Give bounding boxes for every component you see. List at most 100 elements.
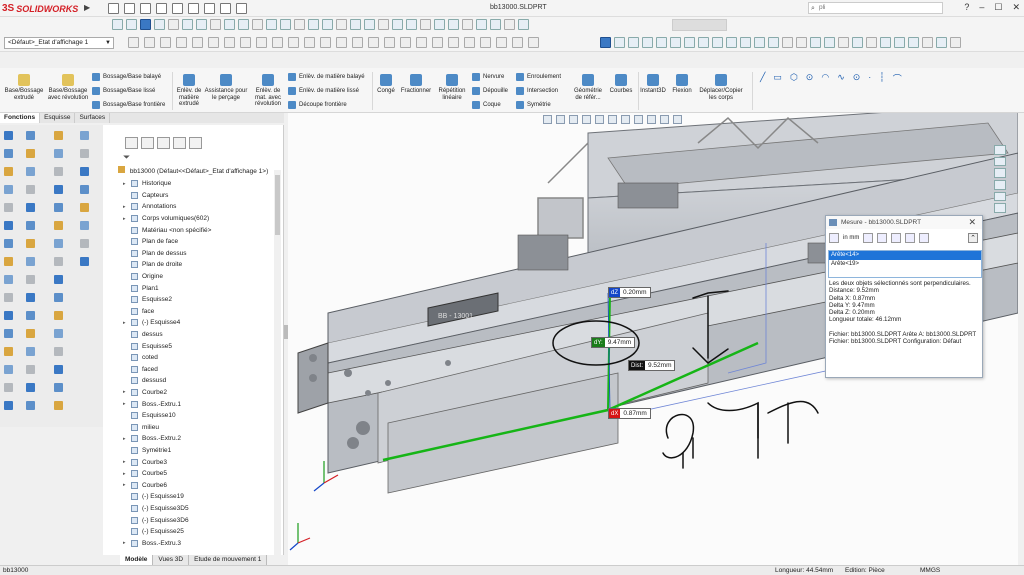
menu-expand-icon[interactable]: ▶: [84, 3, 96, 14]
centerline-tool-icon[interactable]: ┆: [879, 72, 884, 85]
tool-button-icon[interactable]: [80, 185, 89, 194]
line-icon[interactable]: [128, 37, 139, 48]
tool-button-icon[interactable]: [54, 347, 63, 356]
tool-button-icon[interactable]: [4, 401, 13, 410]
view-orientation-icon[interactable]: [608, 115, 617, 124]
zoom-fit-icon[interactable]: [140, 19, 151, 30]
tool-button-icon[interactable]: [4, 329, 13, 338]
customize-icon[interactable]: [922, 37, 933, 48]
fillet-button[interactable]: Congé: [374, 74, 398, 95]
tree-item[interactable]: coted: [123, 352, 273, 364]
rib-button[interactable]: Nervure: [472, 72, 504, 81]
maximize-icon[interactable]: ☐: [994, 2, 1002, 13]
zebra-icon[interactable]: [448, 19, 459, 30]
spline-tool-icon[interactable]: ∿: [837, 72, 845, 85]
tool-button-icon[interactable]: [80, 257, 89, 266]
zoom-to-area-icon[interactable]: [556, 115, 565, 124]
arc-tool-icon[interactable]: ◠: [821, 72, 829, 85]
mass-properties-icon[interactable]: [224, 19, 235, 30]
tool-button-icon[interactable]: [26, 347, 35, 356]
tree-item[interactable]: face: [123, 306, 273, 318]
revolved-cut-button[interactable]: Enlèv. de mat. avec révolution: [250, 74, 286, 108]
tool-button-icon[interactable]: [26, 365, 35, 374]
tab-motion-study[interactable]: Etude de mouvement 1: [189, 555, 268, 565]
open-icon[interactable]: [124, 3, 135, 14]
display-style-icon[interactable]: [621, 115, 630, 124]
tool-button-icon[interactable]: [26, 167, 35, 176]
diagnose-icon[interactable]: [252, 19, 263, 30]
tool-button-icon[interactable]: [26, 203, 35, 212]
hole-alignment-icon[interactable]: [698, 37, 709, 48]
extruded-boss-button[interactable]: Base/Bossage extrudé: [2, 74, 46, 101]
dimension-icon[interactable]: [144, 37, 155, 48]
view-orientation-icon[interactable]: [336, 19, 347, 30]
zoom-to-fit-icon[interactable]: [543, 115, 552, 124]
move-entity-icon[interactable]: [400, 37, 411, 48]
construction-icon[interactable]: [240, 37, 251, 48]
tree-item[interactable]: ▸ Courbe2: [123, 387, 273, 399]
tool-button-icon[interactable]: [80, 167, 89, 176]
tool-button-icon[interactable]: [26, 131, 35, 140]
pattern-driven-icon[interactable]: [726, 37, 737, 48]
clearance-icon[interactable]: [684, 37, 695, 48]
scale-entity-icon[interactable]: [432, 37, 443, 48]
view-settings-icon[interactable]: [392, 19, 403, 30]
new-icon[interactable]: [112, 19, 123, 30]
tree-root-item[interactable]: bb13000 (Défaut<<Défaut>_Etat d'affichag…: [118, 166, 268, 175]
tree-item[interactable]: ▸ Boss.-Extru.1: [123, 398, 273, 410]
tree-item[interactable]: ▸ Historique: [123, 178, 273, 190]
file-explorer-icon[interactable]: [994, 180, 1006, 190]
create-sensor-icon[interactable]: [919, 233, 930, 243]
show-xyz-icon[interactable]: [863, 233, 874, 243]
print-icon[interactable]: [156, 3, 167, 14]
close-icon[interactable]: ✕: [1012, 2, 1020, 13]
tool-button-icon[interactable]: [26, 221, 35, 230]
measure-title-bar[interactable]: Mesure - bb13000.SLDPRT ✕: [826, 216, 982, 229]
tree-item[interactable]: milieu: [123, 421, 273, 433]
search-input[interactable]: ⌕ pli: [808, 2, 943, 14]
configuration-manager-tab-icon[interactable]: [157, 137, 170, 149]
smart-dim-icon[interactable]: [464, 37, 475, 48]
tree-item[interactable]: dessusd: [123, 375, 273, 387]
rebuild-icon[interactable]: [204, 3, 215, 14]
snap-icon[interactable]: [192, 37, 203, 48]
tool-button-icon[interactable]: [4, 365, 13, 374]
tree-item[interactable]: ▸ Annotations: [123, 201, 273, 213]
tool-button-icon[interactable]: [54, 185, 63, 194]
instant3d-icon[interactable]: [420, 19, 431, 30]
tool-button-icon[interactable]: [80, 149, 89, 158]
expand-arrow-icon[interactable]: ▸: [123, 320, 131, 326]
tab-features[interactable]: Fonctions: [0, 113, 41, 123]
expand-arrow-icon[interactable]: ▸: [123, 540, 131, 546]
scene-icon[interactable]: [378, 19, 389, 30]
selection-edge-b[interactable]: Arête<19>: [829, 260, 981, 269]
tree-item[interactable]: Symétrie1: [123, 445, 273, 457]
expand-arrow-icon[interactable]: ▸: [123, 471, 131, 477]
select-icon[interactable]: [188, 3, 199, 14]
tree-item[interactable]: Esquisse5: [123, 340, 273, 352]
component-icon[interactable]: [614, 37, 625, 48]
lofted-boss-button[interactable]: Bossage/Base lissé: [92, 86, 155, 95]
explode-icon[interactable]: [642, 37, 653, 48]
costing-icon[interactable]: [852, 37, 863, 48]
view-palette-icon[interactable]: [994, 191, 1006, 202]
tool-button-icon[interactable]: [4, 149, 13, 158]
tool-button-icon[interactable]: [4, 185, 13, 194]
tool-button-icon[interactable]: [4, 131, 13, 140]
new-document-icon[interactable]: [108, 3, 119, 14]
tree-item[interactable]: (-) Esquisse3D6: [123, 514, 273, 526]
extruded-cut-button[interactable]: Enlèv. de matière extrudé: [174, 74, 204, 108]
split-button[interactable]: Fractionner: [398, 74, 434, 95]
expand-arrow-icon[interactable]: ▸: [123, 204, 131, 210]
tool-button-icon[interactable]: [26, 383, 35, 392]
appearances-icon[interactable]: [994, 203, 1006, 214]
pointer-icon[interactable]: [160, 37, 171, 48]
tree-item[interactable]: (-) Esquisse25: [123, 526, 273, 538]
trim-icon[interactable]: [176, 37, 187, 48]
offset-icon[interactable]: [224, 37, 235, 48]
tool-button-icon[interactable]: [54, 329, 63, 338]
polygon-icon[interactable]: [528, 37, 539, 48]
tool-button-icon[interactable]: [4, 293, 13, 302]
tool-button-icon[interactable]: [26, 239, 35, 248]
pan-icon[interactable]: [168, 19, 179, 30]
